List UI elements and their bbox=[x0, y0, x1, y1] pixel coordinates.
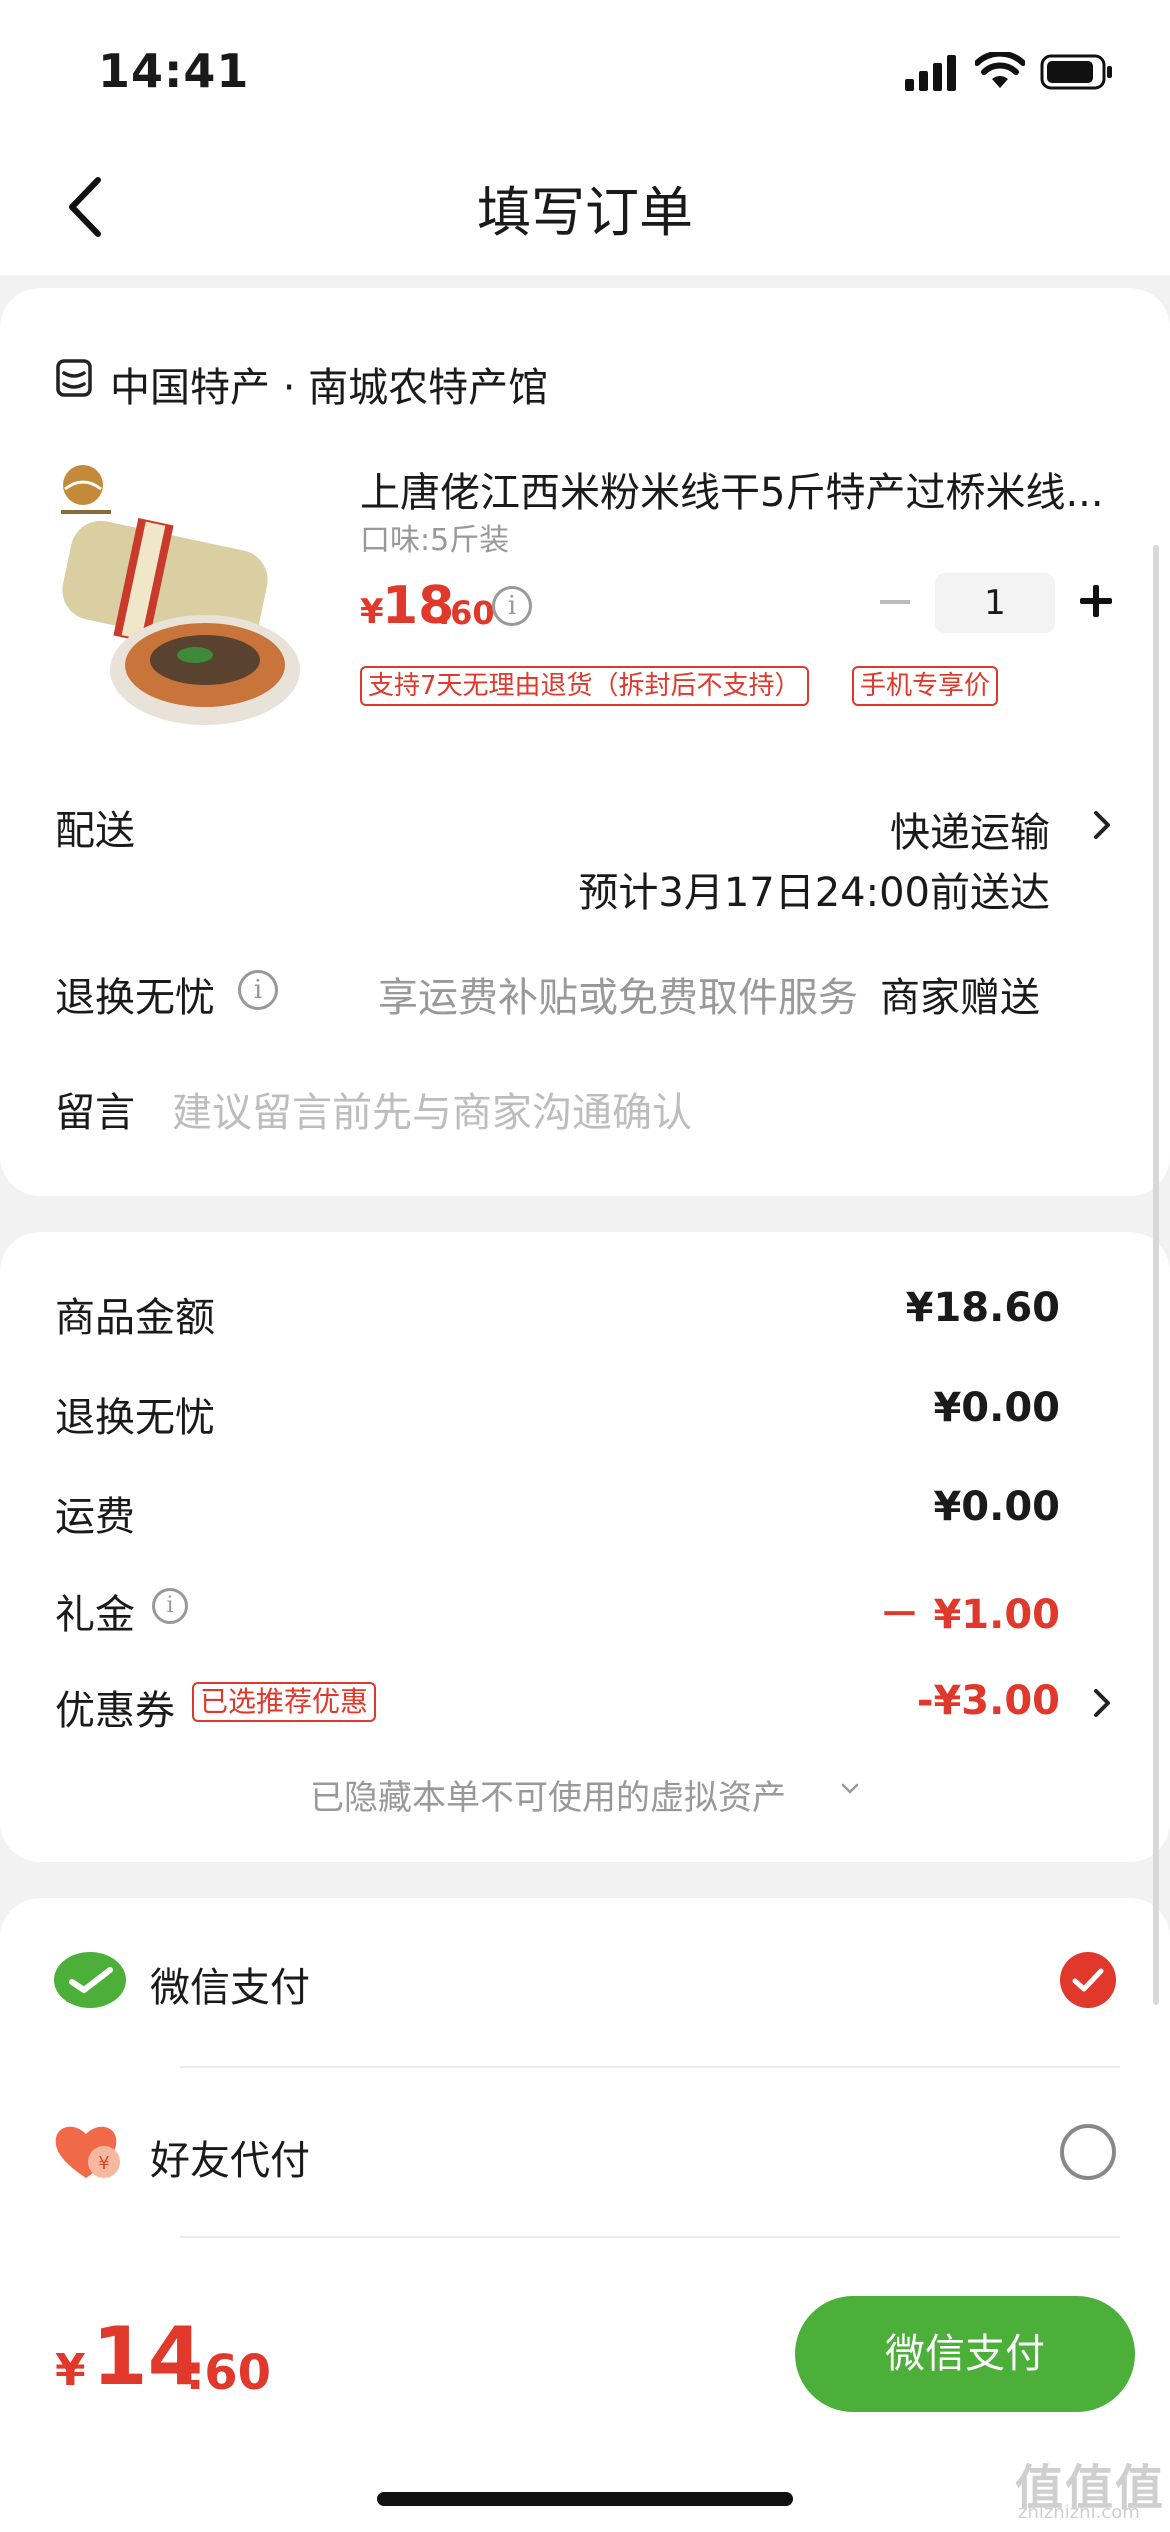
product-image[interactable] bbox=[55, 455, 305, 735]
order-card bbox=[0, 288, 1170, 1196]
summary-label-shipping: 运费 bbox=[55, 1494, 135, 1540]
delivery-method[interactable]: 快递运输 bbox=[700, 800, 1050, 858]
summary-value-goods: ¥18.60 bbox=[905, 1285, 1060, 1331]
coupon-chevron-icon[interactable] bbox=[1090, 1683, 1114, 1723]
total-decimal: .60 bbox=[186, 2345, 272, 2401]
delivery-eta: 预计3月17日24:00前送达 bbox=[578, 870, 1050, 916]
message-label: 留言 bbox=[55, 1090, 135, 1136]
gift-info-icon[interactable]: i bbox=[152, 1588, 188, 1624]
summary-value-shipping: ¥0.00 bbox=[933, 1484, 1060, 1530]
message-input[interactable]: 建议留言前先与商家沟通确认 bbox=[172, 1080, 692, 1138]
shop-name[interactable]: 中国特产 · 南城农特产馆 bbox=[110, 355, 548, 413]
summary-label-return: 退换无忧 bbox=[55, 1395, 215, 1441]
wechat-pay-icon bbox=[54, 1952, 126, 2008]
return-service-label: 退换无忧 bbox=[55, 975, 215, 1021]
quantity-plus-button[interactable] bbox=[1078, 583, 1114, 619]
mobile-price-tag: 手机专享价 bbox=[852, 666, 999, 706]
battery-icon bbox=[1040, 54, 1112, 90]
home-indicator[interactable] bbox=[377, 2492, 793, 2506]
payment-option-friend[interactable]: 好友代付 bbox=[150, 2128, 310, 2186]
hidden-assets-note[interactable]: 已隐藏本单不可使用的虚拟资产 bbox=[310, 1770, 786, 1819]
payment-divider bbox=[180, 2066, 1120, 2068]
quantity-minus-button[interactable] bbox=[880, 600, 910, 604]
shop-icon bbox=[56, 359, 92, 397]
signal-icon bbox=[905, 55, 956, 91]
coupon-tag[interactable]: 已选推荐优惠 bbox=[192, 1682, 377, 1722]
return-policy-tag: 支持7天无理由退货（拆封后不支持） bbox=[360, 666, 809, 706]
wechat-selected-icon[interactable] bbox=[1060, 1952, 1116, 2008]
summary-label-gift: 礼金 bbox=[55, 1592, 135, 1638]
friend-pay-radio[interactable] bbox=[1060, 2124, 1116, 2180]
price-decimal: .60 bbox=[438, 594, 495, 632]
price-currency: ¥ bbox=[360, 592, 384, 632]
return-info-icon[interactable]: i bbox=[238, 970, 278, 1010]
return-service-value: 商家赠送 bbox=[880, 975, 1040, 1021]
status-time: 14:41 bbox=[98, 44, 250, 98]
return-service-desc: 享运费补贴或免费取件服务 bbox=[378, 975, 858, 1021]
scrollbar[interactable] bbox=[1153, 545, 1159, 2005]
watermark-url: zhizhizhi.com bbox=[1018, 2502, 1140, 2523]
chevron-down-icon[interactable] bbox=[840, 1782, 860, 1796]
friend-pay-heart-icon: ¥ bbox=[55, 2126, 120, 2178]
payment-divider bbox=[180, 2236, 1120, 2238]
product-title[interactable]: 上唐佬江西米粉米线干5斤特产过桥米线... bbox=[360, 460, 1120, 518]
svg-text:¥: ¥ bbox=[98, 2153, 109, 2174]
payment-option-wechat[interactable]: 微信支付 bbox=[150, 1955, 310, 2013]
summary-label-coupon: 优惠券 bbox=[55, 1688, 175, 1734]
summary-value-gift: － ¥1.00 bbox=[879, 1592, 1060, 1638]
quantity-value[interactable]: 1 bbox=[935, 573, 1055, 633]
total-currency: ¥ bbox=[55, 2345, 86, 2396]
product-spec: 口味:5斤装 bbox=[360, 523, 510, 558]
summary-label-goods: 商品金额 bbox=[55, 1295, 215, 1341]
delivery-label: 配送 bbox=[55, 808, 135, 854]
summary-value-return: ¥0.00 bbox=[933, 1385, 1060, 1431]
page-title: 填写订单 bbox=[477, 181, 693, 244]
summary-value-coupon[interactable]: -¥3.00 bbox=[760, 1678, 1060, 1724]
chevron-right-icon[interactable] bbox=[1090, 805, 1114, 845]
price-info-icon[interactable]: i bbox=[492, 586, 532, 626]
wifi-icon bbox=[975, 52, 1025, 88]
pay-button[interactable]: 微信支付 bbox=[795, 2296, 1135, 2412]
